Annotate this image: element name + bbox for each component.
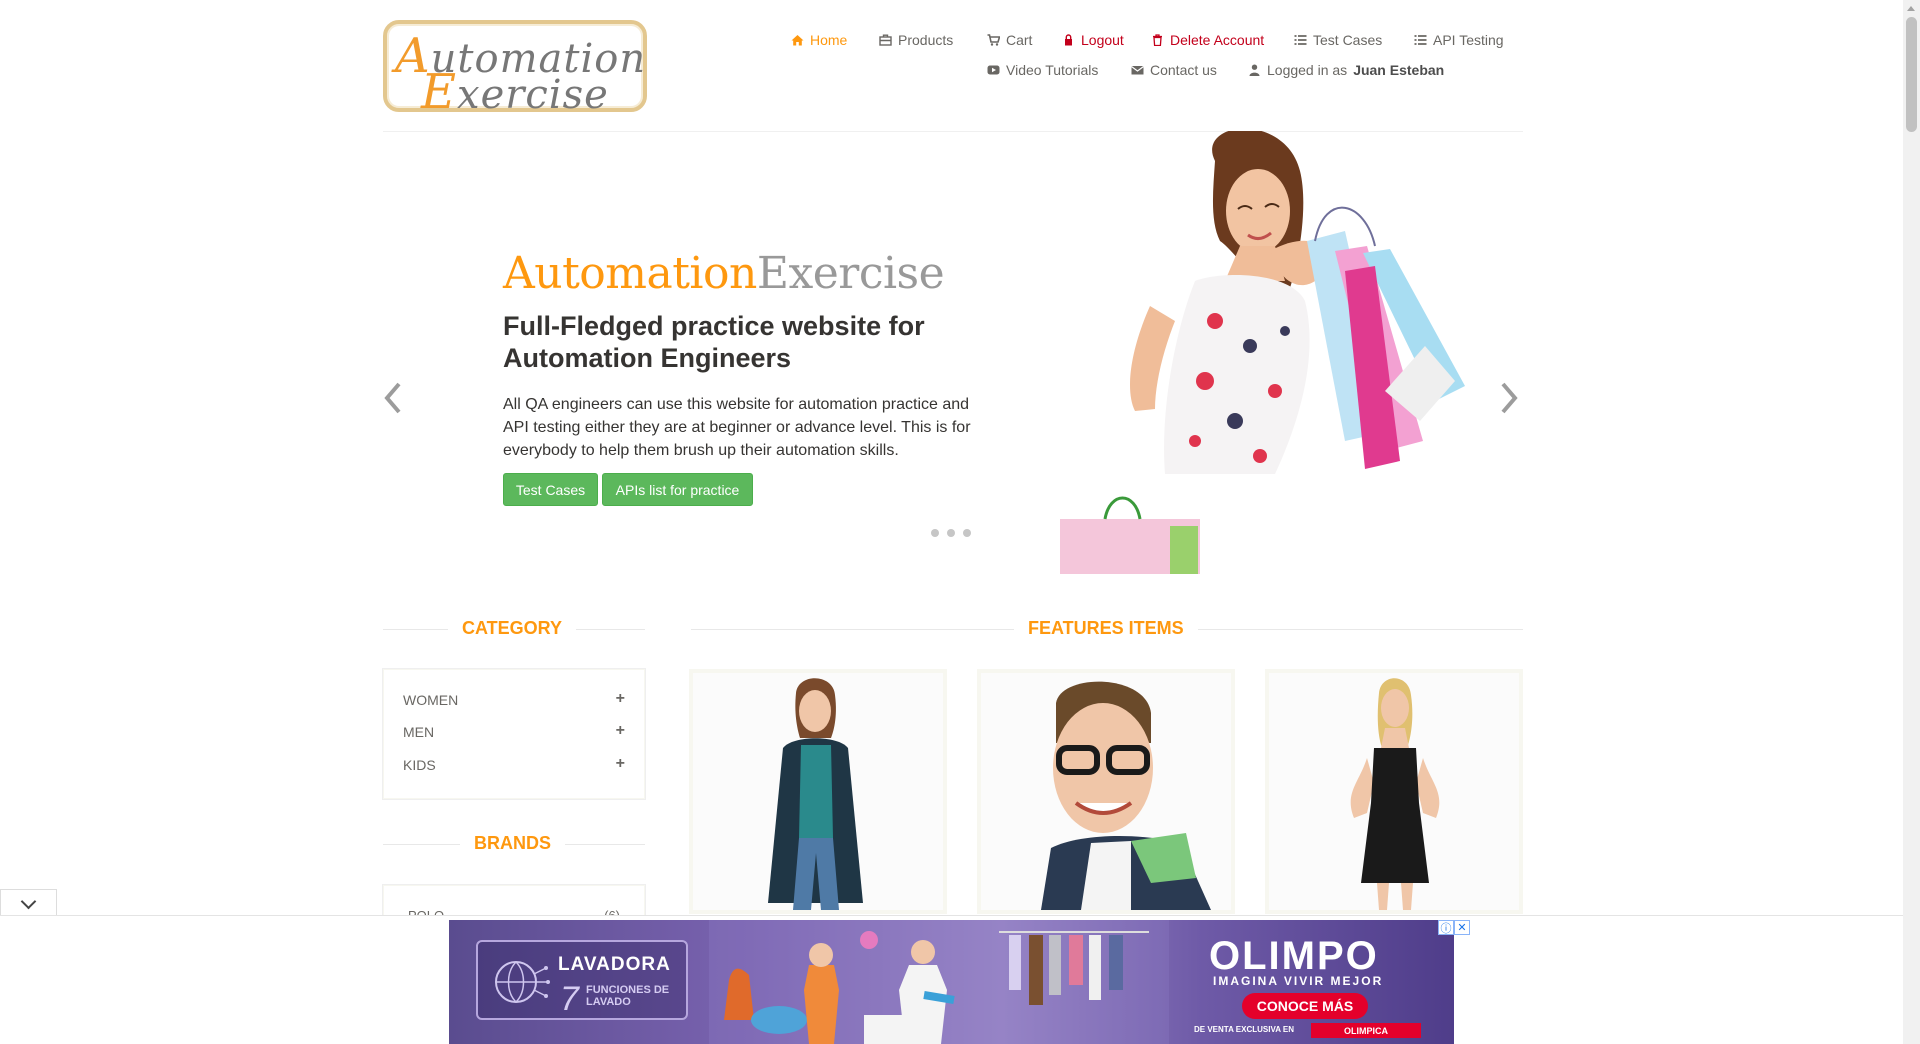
product-card[interactable]: [1265, 669, 1523, 914]
list-icon: [1414, 34, 1427, 46]
features-items-title: Features Items: [1014, 618, 1198, 639]
nav-contact-us-label: Contact us: [1150, 62, 1217, 78]
expand-plus-icon[interactable]: +: [616, 756, 625, 773]
nav-products-label: Products: [898, 32, 954, 48]
nav-api-testing[interactable]: API Testing: [1414, 32, 1504, 48]
ad-network-globe-icon: [495, 961, 550, 1003]
trash-icon: [1151, 34, 1164, 46]
expand-plus-icon[interactable]: +: [616, 691, 625, 708]
slider-dot[interactable]: [931, 529, 939, 537]
ad-washer-box: LAVADORA 7 FUNCIONES DE LAVADO: [476, 940, 688, 1020]
nav-test-cases-label: Test Cases: [1313, 32, 1383, 48]
test-cases-button[interactable]: Test Cases: [503, 473, 598, 506]
ad-laundry-scene-image: [709, 920, 1169, 1044]
nav-contact-us[interactable]: Contact us: [1131, 62, 1217, 78]
nav-products[interactable]: Products: [879, 32, 953, 48]
nav-delete-account-label: Delete Account: [1170, 32, 1265, 48]
nav-home-label: Home: [810, 32, 848, 48]
scroll-up-arrow-icon[interactable]: [1903, 0, 1920, 17]
cart-icon: [987, 34, 1000, 46]
product-card[interactable]: [977, 669, 1235, 914]
list-icon: [1294, 34, 1307, 46]
category-panel: WOMEN + MEN + KIDS +: [383, 669, 645, 799]
page-scrollbar[interactable]: [1903, 0, 1920, 1044]
ad-lavadora-text: LAVADORA: [558, 954, 671, 975]
product-image-man-glasses: [981, 673, 1231, 910]
product-card[interactable]: [689, 669, 947, 914]
slider-dot[interactable]: [947, 529, 955, 537]
slider-subtitle: Full-Fledged practice website for Automa…: [503, 311, 925, 373]
category-item-kids[interactable]: KIDS +: [403, 756, 625, 774]
home-icon: [791, 34, 804, 46]
slider-prev-arrow-icon[interactable]: [381, 378, 405, 418]
ad-store-badge: OLIMPICA: [1311, 1023, 1421, 1038]
scroll-thumb[interactable]: [1906, 17, 1917, 132]
category-item-label: WOMEN: [403, 692, 459, 708]
slider-description: All QA engineers can use this website fo…: [503, 396, 971, 459]
category-item-women[interactable]: WOMEN +: [403, 691, 625, 709]
nav-test-cases[interactable]: Test Cases: [1294, 32, 1382, 48]
logged-in-prefix: Logged in as: [1267, 62, 1348, 78]
ad-tagline: IMAGINA VIVIR MEJOR: [1213, 974, 1384, 988]
product-image-woman-cardigan: [693, 673, 943, 910]
nav-cart[interactable]: Cart: [987, 32, 1032, 48]
collapse-chevron-down-icon[interactable]: [0, 889, 57, 917]
brands-title: Brands: [460, 833, 566, 854]
envelope-icon: [1131, 64, 1144, 76]
slider-dot[interactable]: [963, 529, 971, 537]
ad-number: 7: [560, 980, 579, 1018]
nav-logout-label: Logout: [1081, 32, 1124, 48]
youtube-icon: [987, 64, 1000, 76]
ad-info-icon[interactable]: ⓘ: [1438, 920, 1454, 935]
apis-list-button[interactable]: APIs list for practice: [602, 473, 753, 506]
ad-banner[interactable]: LAVADORA 7 FUNCIONES DE LAVADO OLIMPO IM…: [449, 920, 1454, 1044]
category-item-label: MEN: [403, 724, 435, 740]
category-item-men[interactable]: MEN +: [403, 723, 625, 741]
ad-brand-name: OLIMPO: [1209, 934, 1379, 978]
slider-indicators: [931, 529, 971, 537]
ad-funciones-text: FUNCIONES DE LAVADO: [586, 984, 670, 1008]
logged-in-status: Logged in as Juan Esteban: [1248, 62, 1444, 78]
nav-cart-label: Cart: [1006, 32, 1033, 48]
user-icon: [1248, 64, 1261, 76]
ad-close-icon[interactable]: ✕: [1454, 920, 1470, 935]
slider-next-arrow-icon[interactable]: [1497, 378, 1521, 418]
nav-delete-account[interactable]: Delete Account: [1151, 32, 1264, 48]
nav-video-tutorials-label: Video Tutorials: [1006, 62, 1099, 78]
logo-line-2: Exercise: [421, 64, 609, 120]
site-logo[interactable]: Automation Exercise: [383, 20, 647, 120]
slider-title: AutomationExercise: [503, 248, 945, 299]
products-icon: [879, 34, 892, 46]
logged-in-username: Juan Esteban: [1353, 62, 1445, 78]
product-image-woman-black-dress: [1269, 673, 1519, 910]
category-title: Category: [448, 618, 577, 639]
category-item-label: KIDS: [403, 757, 436, 773]
lock-icon: [1062, 34, 1075, 46]
ad-exclusive-text: DE VENTA EXCLUSIVA EN: [1194, 1025, 1295, 1034]
nav-video-tutorials[interactable]: Video Tutorials: [987, 62, 1098, 78]
nav-home[interactable]: Home: [791, 32, 847, 48]
expand-plus-icon[interactable]: +: [616, 723, 625, 740]
nav-api-testing-label: API Testing: [1433, 32, 1504, 48]
ad-controls: ⓘ ✕: [1438, 920, 1470, 935]
hero-woman-shopping-image: [1060, 131, 1465, 574]
nav-logout[interactable]: Logout: [1062, 32, 1124, 48]
ad-cta-button[interactable]: CONOCE MÁS: [1242, 993, 1368, 1019]
